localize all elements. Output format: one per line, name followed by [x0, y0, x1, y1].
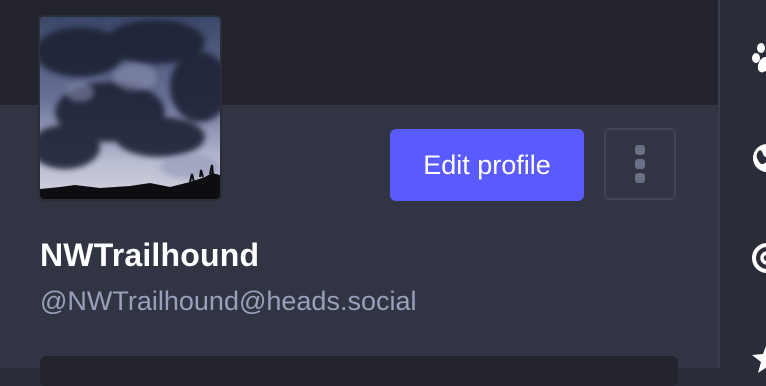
at-icon[interactable]: [750, 238, 766, 278]
avatar-sky-photo: [40, 17, 220, 199]
profile-handle: @NWTrailhound@heads.social: [40, 286, 417, 316]
profile-avatar[interactable]: [40, 17, 220, 199]
globe-icon[interactable]: [750, 138, 766, 178]
sidebar-divider: [718, 0, 720, 368]
vertical-ellipsis-icon: [635, 145, 645, 183]
edit-profile-button[interactable]: Edit profile: [390, 129, 584, 201]
star-icon[interactable]: [750, 340, 766, 380]
profile-menu-button[interactable]: [604, 128, 676, 200]
profile-bio-box: [40, 356, 678, 386]
paw-icon[interactable]: [750, 38, 766, 78]
profile-panel: Edit profile NWTrailhound @NWTrailhound@…: [0, 0, 718, 386]
profile-display-name: NWTrailhound: [40, 237, 260, 273]
